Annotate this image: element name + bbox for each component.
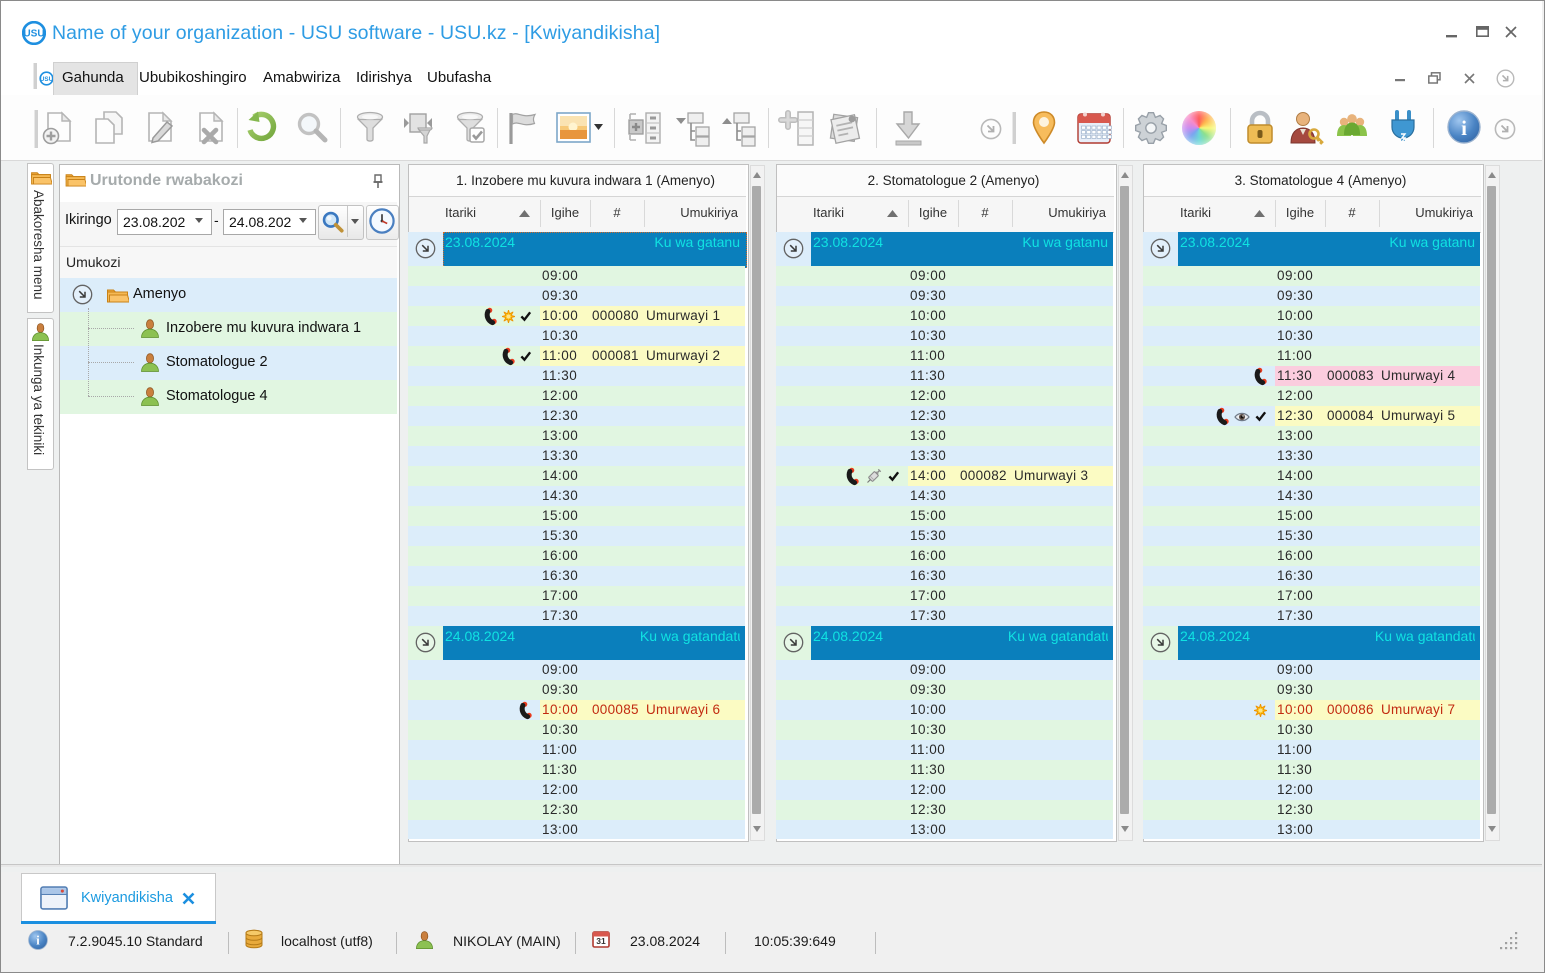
svg-text:i: i (1461, 116, 1467, 140)
svg-text:i: i (36, 934, 40, 948)
svg-text:USU: USU (23, 29, 44, 40)
svg-text:31: 31 (596, 936, 606, 946)
svg-text:USU: USU (40, 76, 54, 83)
